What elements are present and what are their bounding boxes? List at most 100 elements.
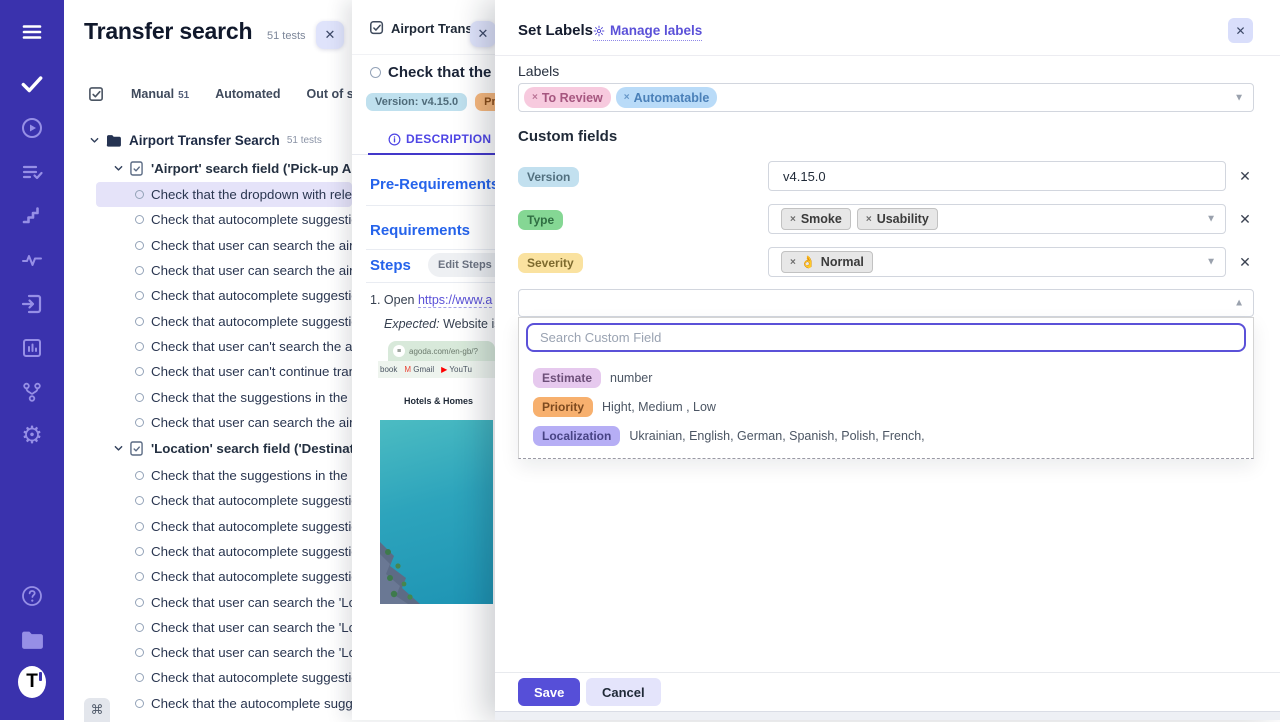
remove-field-severity-button[interactable]: ✕: [1235, 252, 1255, 272]
test-detail-panel: Airport Transfer ✕ Check that the Versio…: [352, 0, 495, 720]
close-detail-panel-button[interactable]: ✕: [470, 21, 495, 47]
tests-check-icon[interactable]: [18, 70, 46, 98]
section-requirements: Requirements: [370, 222, 495, 239]
remove-tag-icon[interactable]: ×: [790, 257, 796, 268]
tree-row-test[interactable]: Check that the autocomplete suggestions: [96, 691, 352, 716]
tree-item-label: Check that autocomplete suggestions: [151, 212, 352, 227]
modal-title: Set Labels: [518, 22, 593, 39]
tree-item-label: Check that autocomplete suggestions: [151, 493, 352, 508]
test-circle-icon: [135, 241, 144, 250]
menu-icon[interactable]: [18, 18, 46, 46]
field-badge-type: Type: [518, 210, 563, 230]
app-logo[interactable]: T: [18, 668, 46, 696]
tree-row-test[interactable]: Check that the suggestions in the: [96, 384, 352, 409]
tree-row-test[interactable]: Check that autocomplete suggestions: [96, 564, 352, 589]
pulse-icon[interactable]: [18, 246, 46, 274]
tree-row-folder[interactable]: Airport Transfer Search 51 tests: [64, 127, 352, 154]
tree-row-test[interactable]: Check that user can search the airport: [96, 233, 352, 258]
close-tests-panel-button[interactable]: ✕: [316, 21, 344, 49]
tree-item-label: 'Airport' search field ('Pick-up Airport…: [151, 161, 352, 176]
tree-row-test[interactable]: Check that user can search the 'Location…: [96, 615, 352, 640]
labels-select[interactable]: × To Review × Automatable ▼: [518, 83, 1254, 112]
tree-item-label: Check that the autocomplete suggestions: [151, 696, 352, 711]
tree-row-suite[interactable]: 'Location' search field ('Destination'): [64, 435, 352, 463]
tab-automated[interactable]: Automated: [215, 87, 280, 101]
active-tab-underline: [368, 153, 495, 156]
tree-item-label: Check that user can search the airport: [151, 415, 352, 430]
test-circle-icon: [135, 547, 144, 556]
tree-row-test[interactable]: Check that autocomplete suggestions: [96, 514, 352, 539]
tree-row-test[interactable]: Check that the dropdown with relevant su…: [96, 182, 352, 207]
tree-row-test[interactable]: Check that user can search the 'Location…: [96, 589, 352, 614]
tree-row-test[interactable]: Check that autocomplete suggestions: [96, 488, 352, 513]
label-tag-automatable: × Automatable: [616, 87, 718, 108]
test-circle-icon: [135, 673, 144, 682]
test-plans-icon[interactable]: [18, 158, 46, 186]
settings-gear-icon[interactable]: ⚙: [18, 422, 46, 450]
custom-field-dropdown: Estimate number Priority Hight, Medium ,…: [518, 317, 1254, 459]
remove-tag-icon[interactable]: ×: [532, 92, 538, 103]
tree-row-test[interactable]: Check that the suggestions in the: [96, 463, 352, 488]
tree-item-label: Check that autocomplete suggestions: [151, 544, 352, 559]
add-custom-field-select[interactable]: ▲: [518, 289, 1254, 317]
tree-row-test[interactable]: Check that autocomplete suggestions: [96, 308, 352, 333]
chevron-up-icon: ▲: [1234, 298, 1244, 309]
tab-favicon: ≡: [393, 345, 405, 357]
field-badge-severity: Severity: [518, 253, 583, 273]
severity-tag-normal: × 👌 Normal: [781, 251, 873, 273]
manage-labels-link[interactable]: Manage labels: [593, 23, 702, 41]
command-key-badge[interactable]: ⌘: [84, 698, 110, 722]
tree-row-test[interactable]: Check that user can search the airport: [96, 258, 352, 283]
tree-row-test[interactable]: Check that user can't continue transfer: [96, 359, 352, 384]
select-all-icon[interactable]: [88, 86, 105, 103]
tree-row-test[interactable]: Check that user can search the 'Location…: [96, 640, 352, 665]
save-button[interactable]: Save: [518, 678, 580, 706]
remove-field-version-button[interactable]: ✕: [1235, 166, 1255, 186]
chevron-down-icon[interactable]: [90, 136, 99, 145]
tree-item-count: 51 tests: [287, 135, 322, 146]
folder-icon: [106, 134, 121, 147]
steps-icon[interactable]: [18, 202, 46, 230]
tree-row-test[interactable]: Check that autocomplete suggestions: [96, 539, 352, 564]
option-localization[interactable]: Localization Ukrainian, English, German,…: [533, 426, 925, 446]
remove-tag-icon[interactable]: ×: [624, 92, 630, 103]
branches-icon[interactable]: [18, 378, 46, 406]
tab-description[interactable]: DESCRIPTION: [388, 132, 491, 146]
remove-tag-icon[interactable]: ×: [866, 214, 872, 225]
version-input[interactable]: [781, 168, 1181, 185]
section-pre-requirements: Pre-Requirements: [370, 176, 495, 193]
tree-row-suite[interactable]: 'Airport' search field ('Pick-up Airport…: [64, 154, 352, 182]
tree-item-label: Check that autocomplete suggestions: [151, 519, 352, 534]
option-priority[interactable]: Priority Hight, Medium , Low: [533, 397, 716, 417]
chevron-down-icon[interactable]: [114, 444, 123, 453]
labels-field-label: Labels: [518, 63, 559, 79]
type-select[interactable]: × Smoke × Usability ▼: [768, 204, 1226, 234]
cancel-button[interactable]: Cancel: [586, 678, 661, 706]
test-circle-icon: [135, 266, 144, 275]
tree-row-test[interactable]: Check that autocomplete suggestions: [96, 665, 352, 690]
search-custom-field-input[interactable]: [538, 329, 1218, 346]
tree-item-label: Check that user can search the 'Location…: [151, 645, 352, 660]
tree-row-test[interactable]: Check that user can search the airport: [96, 410, 352, 435]
remove-tag-icon[interactable]: ×: [790, 214, 796, 225]
runs-play-icon[interactable]: [18, 114, 46, 142]
edit-steps-toggle[interactable]: Edit Steps: [428, 253, 495, 277]
help-icon[interactable]: [18, 582, 46, 610]
close-modal-button[interactable]: ✕: [1228, 18, 1253, 43]
tree-row-test[interactable]: Check that autocomplete suggestions: [96, 283, 352, 308]
tree-item-label: Airport Transfer Search: [129, 133, 280, 148]
option-estimate[interactable]: Estimate number: [533, 368, 652, 388]
chevron-down-icon[interactable]: [114, 164, 123, 173]
reports-icon[interactable]: [18, 334, 46, 362]
tree-row-test[interactable]: Check that autocomplete suggestions: [96, 207, 352, 232]
severity-select[interactable]: × 👌 Normal ▼: [768, 247, 1226, 277]
import-icon[interactable]: [18, 290, 46, 318]
step-link[interactable]: https://www.a: [418, 293, 492, 308]
projects-folder-icon[interactable]: [18, 626, 46, 654]
tree-row-test[interactable]: Check that user can't search the airport: [96, 334, 352, 359]
remove-field-type-button[interactable]: ✕: [1235, 209, 1255, 229]
tab-manual[interactable]: Manual51: [131, 87, 189, 101]
tests-count: 51 tests: [267, 30, 306, 42]
suite-file-icon: [130, 441, 143, 456]
test-circle-icon: [135, 367, 144, 376]
